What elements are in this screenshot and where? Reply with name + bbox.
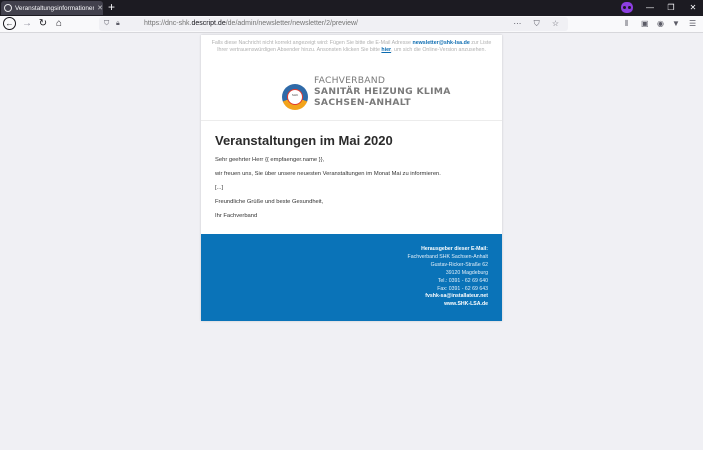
placeholder-text: [...] bbox=[215, 185, 224, 191]
tab-favicon-icon bbox=[4, 4, 12, 12]
browser-tab[interactable]: Veranstaltungsinformationen ✕ bbox=[1, 1, 103, 15]
email-body: Veranstaltungen im Mai 2020 Sehr geehrte… bbox=[215, 133, 490, 227]
footer-web-link[interactable]: www.SHK-LSA.de bbox=[408, 301, 488, 309]
logo-line-2: SANITÄR HEIZUNG KLIMA bbox=[314, 86, 451, 97]
logo-line-1: FACHVERBAND bbox=[314, 75, 386, 86]
intro-paragraph: wir freuen uns, Sie über unsere neuesten… bbox=[215, 171, 441, 177]
close-window-button[interactable]: ✕ bbox=[683, 0, 703, 15]
url-prefix: https://dnc-shk. bbox=[144, 20, 192, 27]
footer-street: Gustav-Ricker-Straße 62 bbox=[430, 261, 488, 268]
lock-icon[interactable]: 🔒︎ bbox=[116, 20, 120, 28]
extension-icon[interactable]: ▼ bbox=[672, 18, 680, 30]
account-icon[interactable]: ◉ bbox=[657, 18, 664, 30]
publisher-info: Herausgeber dieser E-Mail: Fachverband S… bbox=[408, 246, 488, 309]
forward-button[interactable]: → bbox=[20, 17, 34, 31]
fachverband-logo-icon: SHK bbox=[282, 84, 308, 110]
footer-email-link[interactable]: fvshk-sa@installateur.net bbox=[408, 293, 488, 301]
browser-tab-bar: Veranstaltungsinformationen ✕ + — ❐ ✕ bbox=[0, 0, 703, 16]
reload-button[interactable]: ↻ bbox=[36, 17, 50, 31]
logo-inner-badge: SHK bbox=[287, 89, 303, 105]
footer-fax: Fax: 0391 - 62 69 643 bbox=[437, 285, 488, 292]
page-actions[interactable]: ⋯ ⛉ ☆ bbox=[513, 19, 564, 29]
private-browsing-icon bbox=[621, 2, 633, 13]
footer-org: Fachverband SHK Sachsen-Anhalt bbox=[407, 253, 488, 260]
page-viewport: Falls diese Nachricht nicht korrekt ange… bbox=[0, 33, 703, 450]
tab-title: Veranstaltungsinformationen bbox=[15, 4, 95, 12]
url-path: /de/admin/newsletter/newsletter/2/previe… bbox=[225, 20, 359, 27]
logo-header: SHK FACHVERBAND SANITÄR HEIZUNG KLIMA SA… bbox=[201, 63, 502, 121]
url-text[interactable]: https://dnc-shk.descript.de/de/admin/new… bbox=[144, 19, 358, 29]
preheader-notice: Falls diese Nachricht nicht korrekt ange… bbox=[201, 40, 502, 54]
logo-wordmark: FACHVERBAND SANITÄR HEIZUNG KLIMA SACHSE… bbox=[314, 75, 451, 108]
preheader-email-link[interactable]: newsletter@shk-lsa.de bbox=[413, 40, 470, 46]
sidebar-icon[interactable]: ▣ bbox=[641, 18, 649, 30]
footer-heading: Herausgeber dieser E-Mail: bbox=[421, 246, 488, 252]
preheader-text-3: , um sich die Online-Version anzusehen. bbox=[391, 47, 486, 53]
url-domain: descript.de bbox=[191, 20, 226, 27]
signature: Ihr Fachverband bbox=[215, 213, 258, 219]
email-footer: Herausgeber dieser E-Mail: Fachverband S… bbox=[201, 234, 502, 321]
maximize-button[interactable]: ❐ bbox=[661, 0, 681, 15]
closing-text: Freundliche Grüße und beste Gesundheit, bbox=[215, 199, 324, 205]
back-button[interactable]: ← bbox=[3, 17, 16, 30]
salutation: Sehr geehrter Herr {{ empfaenger.name }}… bbox=[215, 157, 325, 163]
email-headline: Veranstaltungen im Mai 2020 bbox=[215, 133, 393, 148]
logo-line-3: SACHSEN-ANHALT bbox=[314, 97, 411, 108]
home-button[interactable]: ⌂ bbox=[52, 17, 66, 31]
preheader-text-1: Falls diese Nachricht nicht korrekt ange… bbox=[211, 40, 412, 46]
url-bar[interactable]: ⛉ 🔒︎ https://dnc-shk.descript.de/de/admi… bbox=[99, 17, 568, 31]
tracking-shield-icon[interactable]: ⛉ bbox=[104, 20, 109, 28]
online-version-link[interactable]: hier bbox=[381, 47, 391, 53]
minimize-button[interactable]: — bbox=[640, 0, 660, 15]
footer-city: 39120 Magdeburg bbox=[445, 269, 488, 276]
new-tab-button[interactable]: + bbox=[108, 1, 115, 14]
browser-nav-bar: ← → ↻ ⌂ ⛉ 🔒︎ https://dnc-shk.descript.de… bbox=[0, 16, 703, 33]
tab-close-icon[interactable]: ✕ bbox=[97, 5, 103, 12]
footer-tel: Tel.: 0391 - 62 69 640 bbox=[437, 277, 488, 284]
email-preview: Falls diese Nachricht nicht korrekt ange… bbox=[201, 35, 502, 321]
menu-icon[interactable]: ☰ bbox=[689, 18, 696, 30]
library-icon[interactable]: ⫴ bbox=[625, 18, 628, 30]
